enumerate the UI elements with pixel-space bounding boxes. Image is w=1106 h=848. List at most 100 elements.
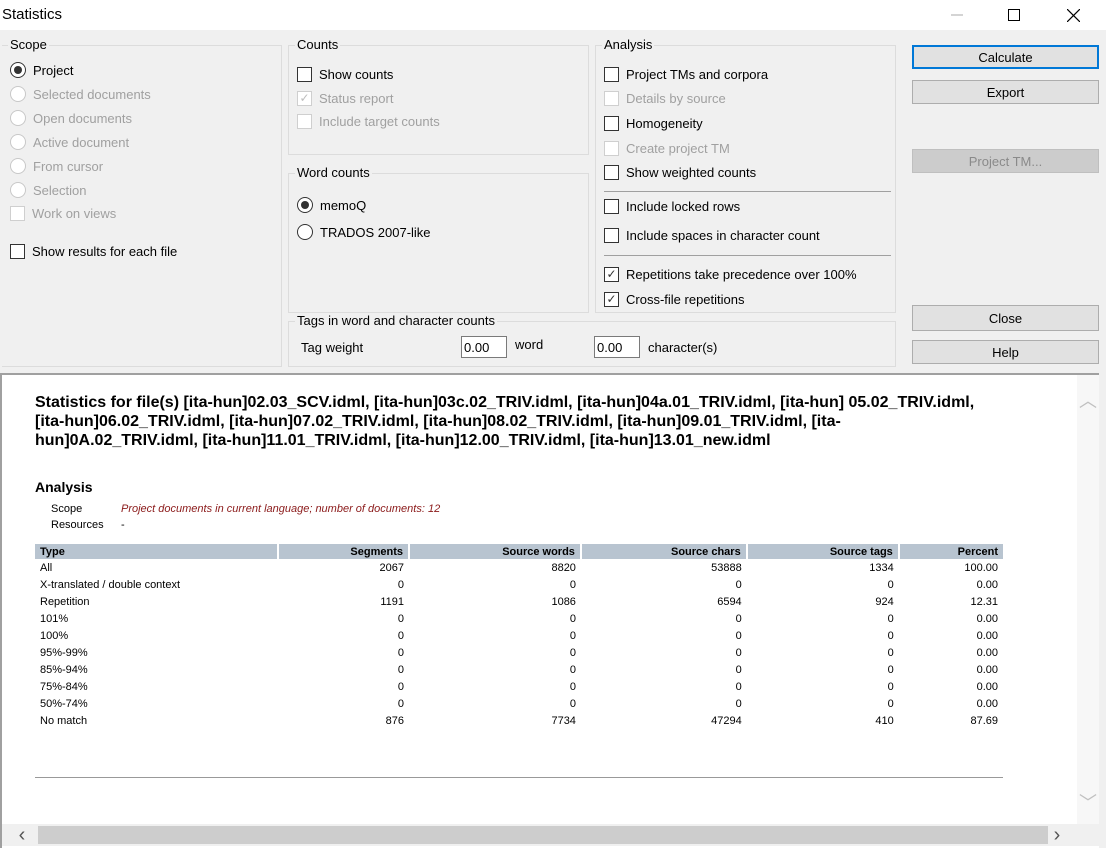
table-row: All 2067 8820 53888 1334 100.00: [35, 559, 1003, 576]
export-button[interactable]: Export: [912, 80, 1099, 104]
work-on-views-checkbox[interactable]: Work on views: [10, 204, 116, 222]
scope-project-radio[interactable]: Project: [10, 61, 73, 79]
scope-meta-label: Scope: [51, 503, 83, 515]
cross-file-repetitions-label: Cross-file repetitions: [626, 291, 745, 307]
scope-from-cursor-label: From cursor: [33, 158, 104, 174]
table-row: No match 876 7734 47294 410 87.69: [35, 712, 1003, 729]
statistics-table: Type Segments Source words Source chars …: [35, 544, 1003, 729]
analysis-separator: [604, 255, 891, 256]
scroll-up-icon[interactable]: ︿: [1077, 387, 1099, 413]
minimize-button[interactable]: [928, 0, 986, 30]
table-row: 95%-99% 0 0 0 0 0.00: [35, 644, 1003, 661]
tag-weight-char-input[interactable]: [594, 336, 640, 358]
maximize-icon: [1008, 9, 1020, 21]
scope-selected-documents-label: Selected documents: [33, 86, 151, 102]
include-target-counts-checkbox[interactable]: Include target counts: [297, 112, 440, 130]
tags-group: Tags in word and character counts: [288, 313, 896, 367]
column-header-source-tags: Source tags: [746, 544, 900, 559]
include-locked-rows-checkbox[interactable]: Include locked rows: [604, 197, 740, 215]
details-by-source-checkbox[interactable]: Details by source: [604, 89, 726, 107]
table-row: 101% 0 0 0 0 0.00: [35, 610, 1003, 627]
cell-source-tags: 0: [887, 663, 894, 676]
analysis-group-label: Analysis: [602, 37, 655, 52]
maximize-button[interactable]: [985, 0, 1043, 30]
status-report-label: Status report: [319, 90, 394, 106]
cell-segments: 0: [397, 663, 404, 676]
report-pane: Statistics for file(s) [ita-hun]02.03_SC…: [0, 373, 1099, 848]
checkbox-icon: [604, 227, 619, 243]
checkbox-icon: [297, 113, 312, 129]
radio-selected-icon: [297, 197, 313, 213]
scroll-left-icon[interactable]: ‹: [12, 824, 32, 846]
help-button[interactable]: Help: [912, 340, 1099, 364]
radio-icon: [10, 158, 26, 174]
cell-source-words: 0: [569, 697, 576, 710]
show-counts-checkbox[interactable]: Show counts: [297, 65, 393, 83]
tag-weight-label: Tag weight: [301, 339, 364, 355]
radio-icon: [10, 86, 26, 102]
table-header-row: Type Segments Source words Source chars …: [35, 544, 1003, 559]
cell-source-chars: 47294: [711, 714, 742, 727]
homogeneity-checkbox[interactable]: Homogeneity: [604, 114, 703, 132]
show-weighted-counts-checkbox[interactable]: Show weighted counts: [604, 163, 756, 181]
cell-source-words: 8820: [551, 561, 576, 574]
cell-source-tags: 410: [875, 714, 894, 727]
horizontal-scrollbar[interactable]: ‹ ›: [2, 824, 1099, 846]
cell-source-words: 0: [569, 629, 576, 642]
calculate-button[interactable]: Calculate: [912, 45, 1099, 69]
cell-percent: 0.00: [976, 612, 998, 625]
analysis-separator: [604, 191, 891, 192]
cell-source-words: 0: [569, 578, 576, 591]
scope-from-cursor-radio[interactable]: From cursor: [10, 157, 103, 175]
scroll-down-icon[interactable]: ﹀: [1077, 789, 1099, 815]
table-row: 75%-84% 0 0 0 0 0.00: [35, 678, 1003, 695]
cross-file-repetitions-checkbox[interactable]: ✓ Cross-file repetitions: [604, 290, 745, 308]
cell-source-tags: 0: [887, 578, 894, 591]
word-counts-group-label: Word counts: [295, 165, 372, 180]
scroll-right-icon[interactable]: ›: [1047, 824, 1067, 846]
cell-source-chars: 0: [735, 629, 742, 642]
cell-source-words: 0: [569, 646, 576, 659]
trados-radio[interactable]: TRADOS 2007-like: [297, 223, 431, 241]
cell-type: 101%: [40, 612, 69, 625]
scope-open-documents-radio[interactable]: Open documents: [10, 109, 132, 127]
column-header-source-words: Source words: [409, 544, 582, 559]
counts-group-label: Counts: [295, 37, 341, 52]
cell-percent: 100.00: [964, 561, 998, 574]
scope-active-document-radio[interactable]: Active document: [10, 133, 129, 151]
create-project-tm-label: Create project TM: [626, 140, 730, 156]
scope-selection-radio[interactable]: Selection: [10, 181, 86, 199]
show-counts-label: Show counts: [319, 66, 394, 82]
repetitions-precedence-checkbox[interactable]: ✓ Repetitions take precedence over 100%: [604, 265, 857, 283]
cell-percent: 0.00: [976, 629, 998, 642]
create-project-tm-checkbox[interactable]: Create project TM: [604, 139, 730, 157]
horizontal-scroll-thumb[interactable]: [38, 826, 1048, 844]
show-results-each-file-label: Show results for each file: [32, 243, 178, 259]
cell-segments: 876: [385, 714, 404, 727]
show-results-each-file-checkbox[interactable]: Show results for each file: [10, 242, 177, 260]
column-header-segments: Segments: [278, 544, 410, 559]
details-by-source-label: Details by source: [626, 90, 726, 106]
project-tm-button[interactable]: Project TM...: [912, 149, 1099, 173]
include-spaces-checkbox[interactable]: Include spaces in character count: [604, 226, 820, 244]
cell-source-words: 0: [569, 612, 576, 625]
close-button[interactable]: Close: [912, 305, 1099, 331]
include-target-counts-label: Include target counts: [319, 113, 440, 129]
close-window-button[interactable]: [1044, 0, 1102, 30]
scope-selected-documents-radio[interactable]: Selected documents: [10, 85, 151, 103]
checkmark-icon: ✓: [604, 291, 619, 307]
cell-type: X-translated / double context: [40, 578, 181, 591]
cell-source-chars: 0: [735, 612, 742, 625]
word-counts-group: Word counts: [288, 165, 589, 313]
project-tms-checkbox[interactable]: Project TMs and corpora: [604, 65, 768, 83]
cell-segments: 1191: [380, 595, 404, 608]
status-report-checkbox[interactable]: ✓ Status report: [297, 89, 393, 107]
cell-source-words: 0: [569, 663, 576, 676]
char-unit-label: character(s): [648, 339, 718, 355]
cell-segments: 0: [397, 646, 404, 659]
tags-group-label: Tags in word and character counts: [295, 313, 497, 328]
vertical-scrollbar[interactable]: ︿ ﹀: [1077, 375, 1099, 825]
tag-weight-word-input[interactable]: [461, 336, 507, 358]
memoq-radio[interactable]: memoQ: [297, 196, 366, 214]
work-on-views-label: Work on views: [32, 205, 117, 221]
